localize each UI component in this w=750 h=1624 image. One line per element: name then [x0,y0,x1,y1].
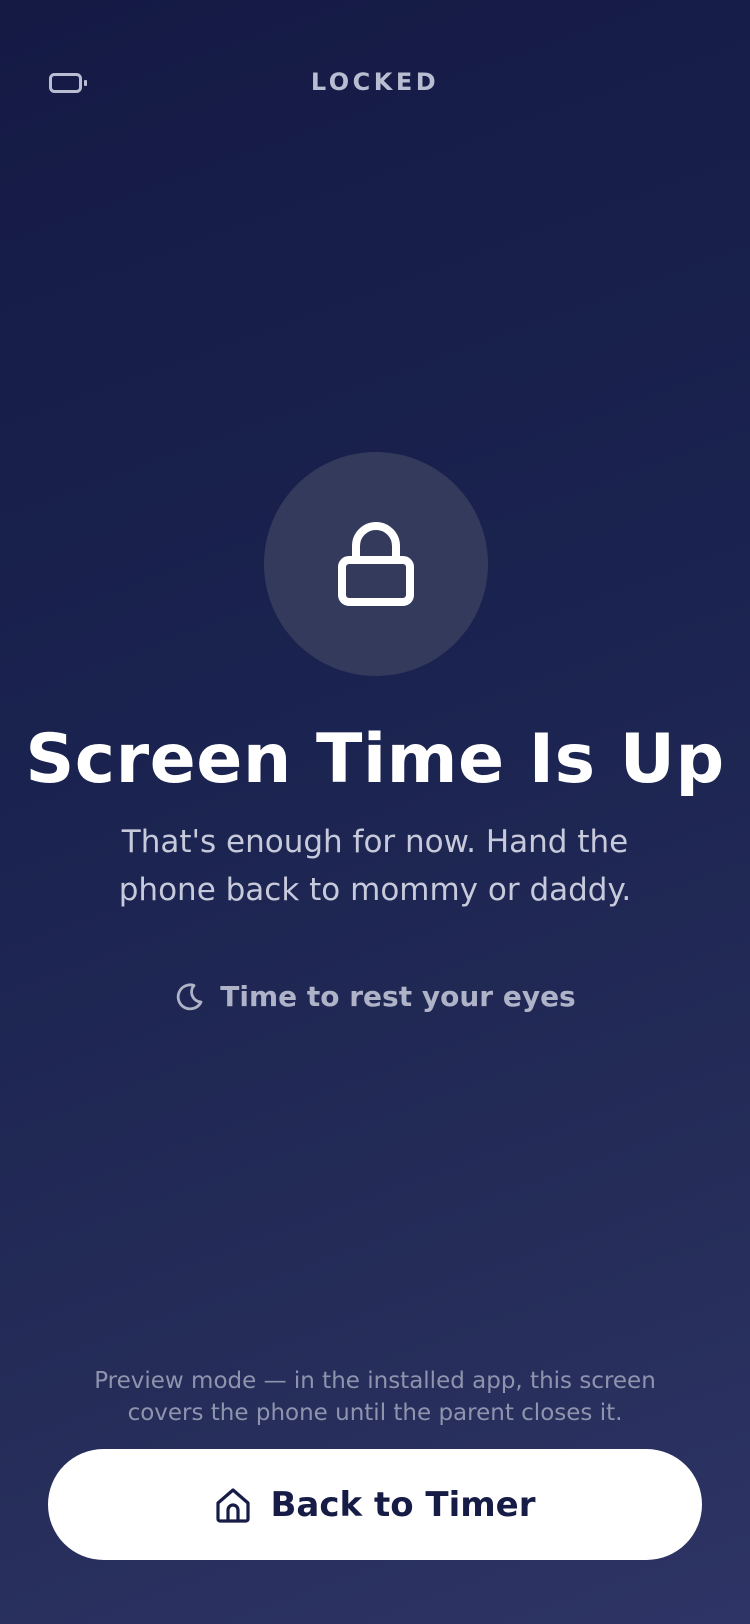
headline: Screen Time Is Up [25,720,725,799]
message-text: That's enough for now. Hand the phone ba… [118,824,632,908]
moon-icon [177,983,203,1010]
rest-text: Time to rest your eyes [220,980,576,1013]
back-to-timer-button[interactable]: Back to Timer [48,1449,702,1560]
home-icon [216,1487,251,1523]
preview-note: Preview mode — in the installed app, thi… [94,1368,656,1426]
rest-reminder: Time to rest your eyes [0,980,750,1013]
lock-badge [264,452,488,676]
page-title: LOCKED [310,68,440,96]
back-button-label: Back to Timer [270,1484,536,1525]
top-bar: LOCKED [0,0,750,168]
lock-icon [338,522,414,606]
